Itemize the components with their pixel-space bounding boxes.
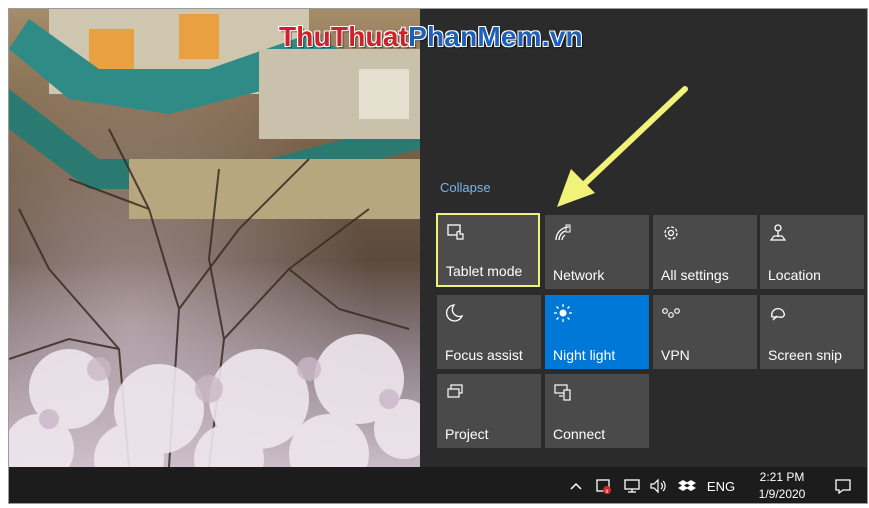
network-monitor-icon xyxy=(624,479,640,493)
sun-icon xyxy=(554,304,572,322)
screenshot-frame: ThuThuatPhanMem.vn Collapse Tablet mode … xyxy=(8,8,868,504)
watermark-part-1: ThuThuat xyxy=(279,21,409,52)
input-language-indicator[interactable]: ENG xyxy=(703,467,739,503)
action-center-icon xyxy=(835,479,851,495)
tile-project[interactable]: Project xyxy=(437,374,541,448)
tile-label: VPN xyxy=(661,347,690,363)
chevron-up-icon xyxy=(570,482,582,490)
svg-text:x: x xyxy=(606,489,609,495)
tile-tablet-mode[interactable]: Tablet mode xyxy=(436,213,540,287)
tile-label: Night light xyxy=(553,347,616,363)
tile-screen-snip[interactable]: Screen snip xyxy=(760,295,864,369)
tile-focus-assist[interactable]: Focus assist xyxy=(437,295,541,369)
action-center-button[interactable] xyxy=(827,467,859,503)
volume-tray-button[interactable] xyxy=(647,467,671,503)
tile-all-settings[interactable]: All settings xyxy=(653,215,757,289)
watermark-part-2: PhanMem xyxy=(408,21,542,52)
clock-time: 2:21 PM xyxy=(759,470,805,484)
tile-label: Location xyxy=(768,267,821,283)
dropbox-tray-button[interactable] xyxy=(675,467,699,503)
tile-vpn[interactable]: VPN xyxy=(653,295,757,369)
volume-icon xyxy=(650,478,666,494)
collapse-link[interactable]: Collapse xyxy=(440,180,491,195)
tile-label: Network xyxy=(553,267,605,283)
tile-label: Connect xyxy=(553,426,606,442)
clock: 2:21 PM 1/9/2020 xyxy=(759,469,806,503)
tile-label: All settings xyxy=(661,267,729,283)
tablet-mode-icon xyxy=(447,224,464,240)
screen-snip-icon xyxy=(771,308,785,321)
tile-location[interactable]: Location xyxy=(760,215,864,289)
watermark-part-3: .vn xyxy=(541,21,583,52)
wallpaper-illustration xyxy=(9,9,420,467)
project-icon xyxy=(447,384,463,398)
tile-label: Project xyxy=(445,426,489,442)
tile-label: Focus assist xyxy=(445,347,523,363)
clock-button[interactable]: 2:21 PM 1/9/2020 xyxy=(747,467,817,503)
tile-connect[interactable]: Connect xyxy=(545,374,649,448)
tile-label: Screen snip xyxy=(768,347,842,363)
desktop-wallpaper xyxy=(9,9,420,467)
network-icon xyxy=(555,224,571,241)
connect-icon xyxy=(554,384,571,401)
taskbar: x ENG 2:21 PM 1/9/2020 xyxy=(9,467,867,503)
moon-icon xyxy=(445,304,464,322)
security-tray-button[interactable]: x xyxy=(593,467,615,503)
location-icon xyxy=(769,224,787,241)
tile-label: Tablet mode xyxy=(446,263,523,279)
site-watermark: ThuThuatPhanMem.vn xyxy=(279,21,583,53)
tile-night-light[interactable]: Night light xyxy=(545,295,649,369)
gear-icon xyxy=(664,226,678,240)
dropbox-icon xyxy=(678,480,696,491)
security-alert-icon: x xyxy=(596,479,611,495)
annotation-arrow xyxy=(557,86,688,207)
network-tray-button[interactable] xyxy=(621,467,643,503)
show-hidden-icons-button[interactable] xyxy=(565,467,587,503)
clock-date: 1/9/2020 xyxy=(758,487,806,501)
vpn-icon xyxy=(662,308,680,318)
tile-network[interactable]: Network xyxy=(545,215,649,289)
